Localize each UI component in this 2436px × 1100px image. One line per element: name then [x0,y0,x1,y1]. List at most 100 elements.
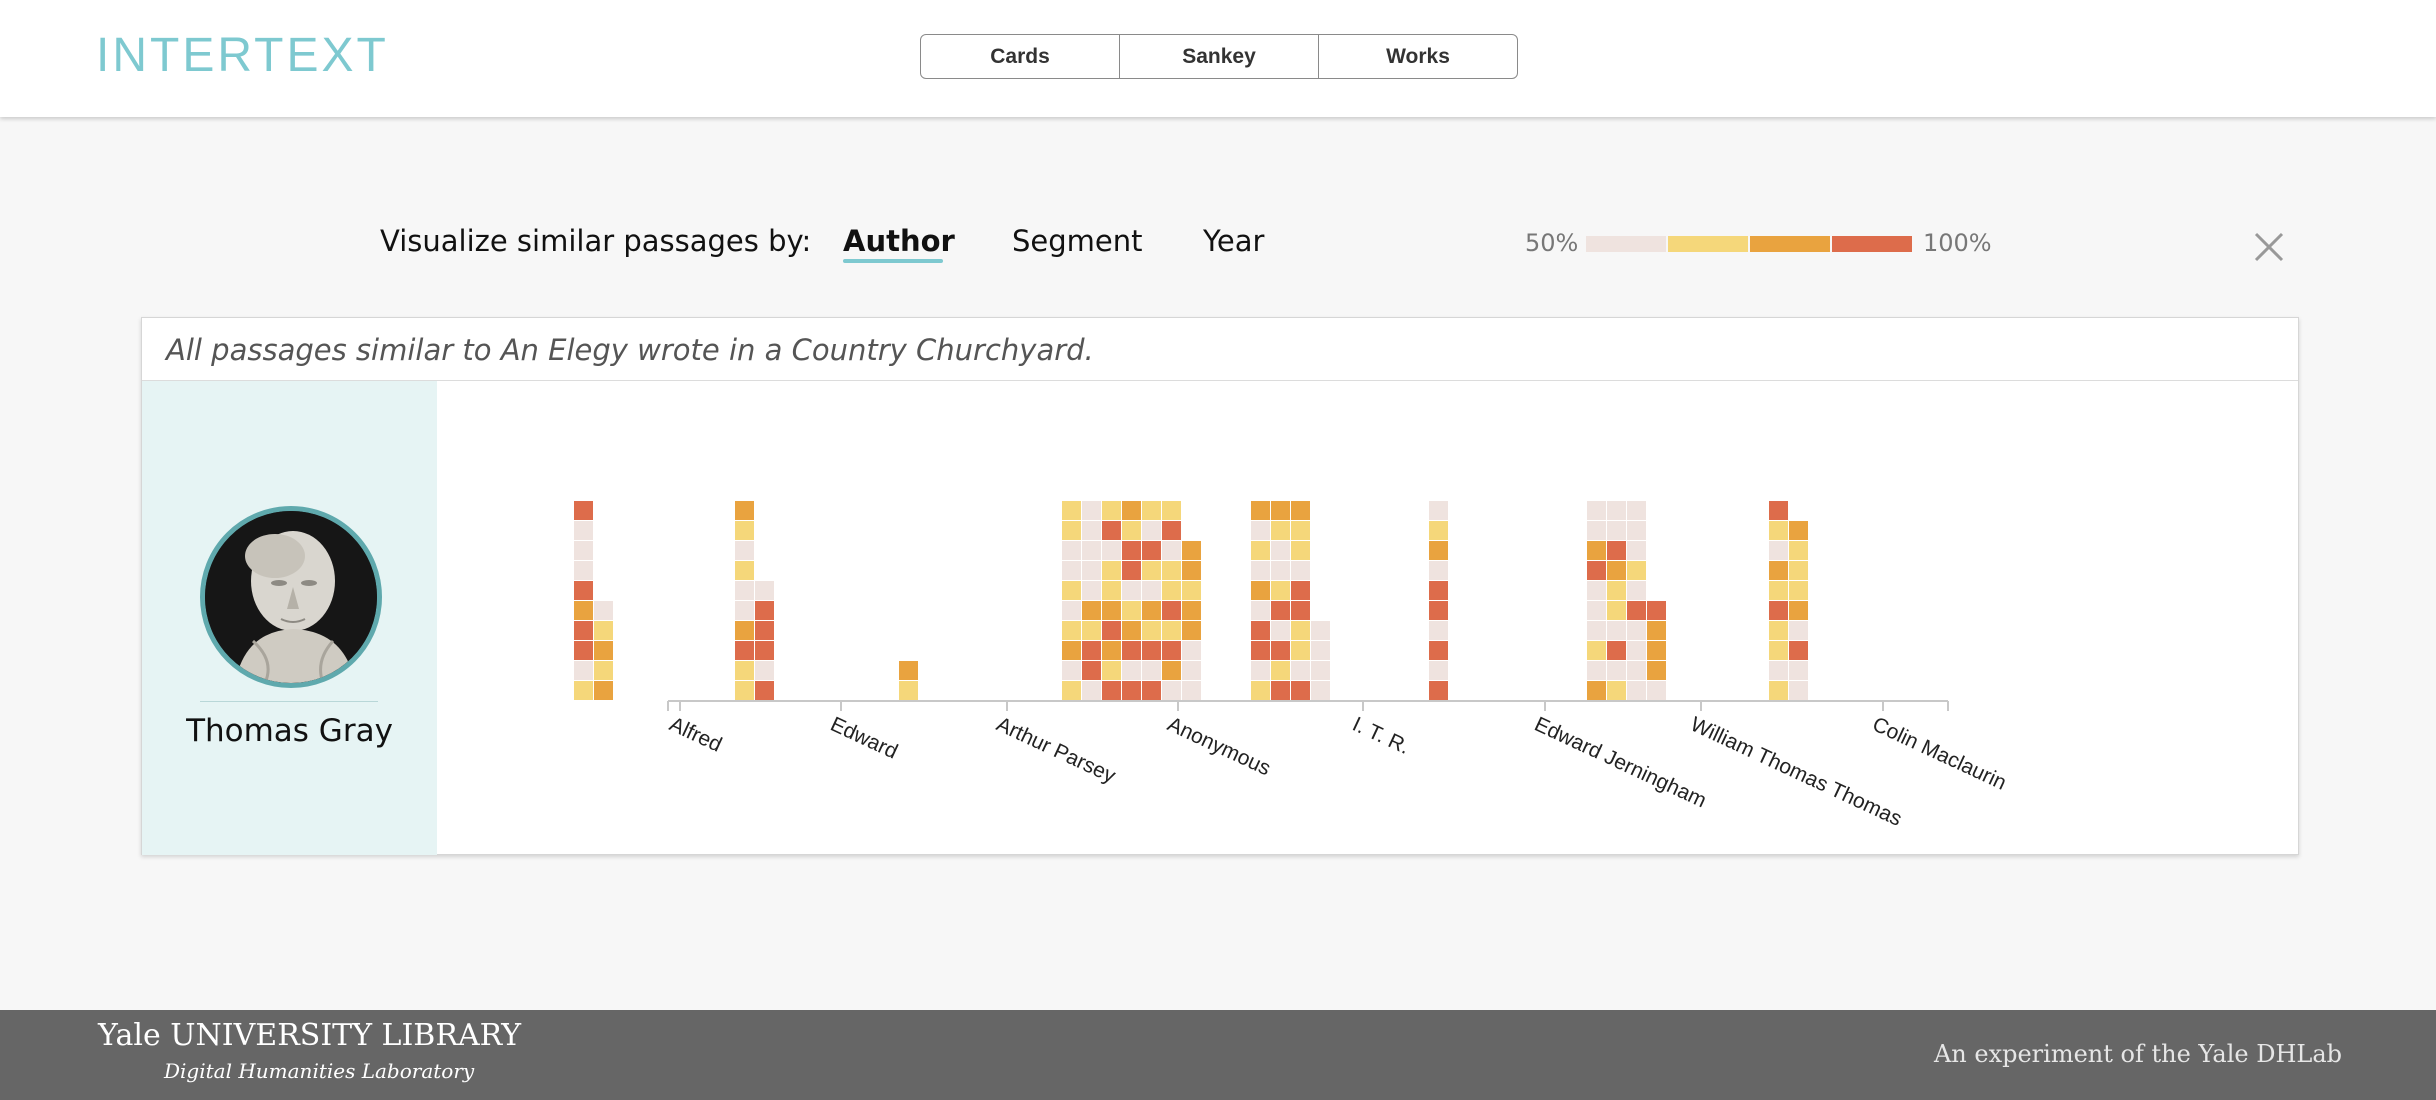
passage-cell[interactable] [574,661,593,680]
passage-cell[interactable] [1122,521,1141,540]
author-tick-label[interactable]: Anonymous [1164,713,1274,781]
option-year[interactable]: Year [1203,224,1264,258]
passage-cell[interactable] [1102,661,1121,680]
passage-cell[interactable] [1311,681,1330,700]
passage-cell[interactable] [1789,621,1808,640]
passage-cell[interactable] [1142,681,1161,700]
passage-cell[interactable] [1587,661,1606,680]
nav-sankey-button[interactable]: Sankey [1120,35,1319,78]
passage-cell[interactable] [1182,621,1201,640]
passage-cell[interactable] [1082,641,1101,660]
passage-cell[interactable] [1162,521,1181,540]
passage-cell[interactable] [1429,521,1448,540]
passage-cell[interactable] [1769,561,1788,580]
passage-cell[interactable] [735,621,754,640]
passage-cell[interactable] [594,661,613,680]
passage-cell[interactable] [1627,561,1646,580]
passage-cell[interactable] [1429,541,1448,560]
passage-cell[interactable] [574,561,593,580]
passage-cell[interactable] [1102,501,1121,520]
passage-cell[interactable] [1607,601,1626,620]
passage-cell[interactable] [1122,541,1141,560]
passage-cell[interactable] [1789,681,1808,700]
passage-cell[interactable] [1607,501,1626,520]
close-icon[interactable] [2252,230,2286,264]
passage-cell[interactable] [1429,681,1448,700]
option-segment[interactable]: Segment [1012,224,1143,258]
passage-cell[interactable] [1082,521,1101,540]
passage-cell[interactable] [1271,581,1290,600]
passage-cell[interactable] [755,621,774,640]
passage-cell[interactable] [1122,661,1141,680]
passage-cell[interactable] [1062,501,1081,520]
passage-cell[interactable] [735,501,754,520]
passage-cell[interactable] [1082,561,1101,580]
passage-cell[interactable] [1789,561,1808,580]
author-tick-label[interactable]: Arthur Parsey [993,713,1120,788]
passage-cell[interactable] [755,641,774,660]
passage-cell[interactable] [1789,601,1808,620]
passage-cell[interactable] [1607,561,1626,580]
passage-cell[interactable] [1271,521,1290,540]
passage-cell[interactable] [1251,541,1270,560]
passage-cell[interactable] [1271,561,1290,580]
passage-cell[interactable] [1062,681,1081,700]
passage-cell[interactable] [1769,621,1788,640]
passage-cell[interactable] [1587,541,1606,560]
passage-cell[interactable] [594,641,613,660]
passage-cell[interactable] [735,681,754,700]
passage-cell[interactable] [1082,501,1101,520]
passage-cell[interactable] [1291,561,1310,580]
passage-cell[interactable] [1587,681,1606,700]
nav-works-button[interactable]: Works [1319,35,1517,78]
passage-cell[interactable] [1789,541,1808,560]
passage-cell[interactable] [1769,521,1788,540]
passage-cell[interactable] [1627,501,1646,520]
author-avatar[interactable] [200,506,382,688]
passage-cell[interactable] [1162,581,1181,600]
passage-cell[interactable] [1769,661,1788,680]
passage-cell[interactable] [594,681,613,700]
passage-cell[interactable] [1271,621,1290,640]
passage-cell[interactable] [1587,601,1606,620]
passage-cell[interactable] [1271,601,1290,620]
passage-cell[interactable] [1627,581,1646,600]
passage-cell[interactable] [1647,641,1666,660]
passage-cell[interactable] [1271,641,1290,660]
passage-cell[interactable] [1607,621,1626,640]
passage-cell[interactable] [1647,621,1666,640]
passage-cell[interactable] [1769,681,1788,700]
passage-cell[interactable] [1251,641,1270,660]
passage-cell[interactable] [1142,581,1161,600]
passage-cell[interactable] [1062,561,1081,580]
passage-cell[interactable] [1291,621,1310,640]
passage-cell[interactable] [1429,621,1448,640]
passage-cell[interactable] [1769,541,1788,560]
option-author[interactable]: Author [843,224,955,258]
passage-cell[interactable] [1607,681,1626,700]
passage-cell[interactable] [1251,681,1270,700]
passage-cell[interactable] [735,581,754,600]
passage-cell[interactable] [1142,501,1161,520]
passage-cell[interactable] [1182,641,1201,660]
passage-cell[interactable] [1251,521,1270,540]
passage-cell[interactable] [1769,581,1788,600]
passage-cell[interactable] [1271,541,1290,560]
passage-cell[interactable] [1122,621,1141,640]
passage-cell[interactable] [899,681,918,700]
intertext-logo[interactable]: INTERTEXT [96,28,389,83]
passage-cell[interactable] [1062,521,1081,540]
passage-cell[interactable] [1429,601,1448,620]
passage-cell[interactable] [1062,581,1081,600]
passage-cell[interactable] [1122,561,1141,580]
passage-cell[interactable] [1587,641,1606,660]
passage-cell[interactable] [1251,561,1270,580]
passage-cell[interactable] [1122,681,1141,700]
passage-cell[interactable] [574,501,593,520]
passage-cell[interactable] [1062,601,1081,620]
passage-cell[interactable] [1647,661,1666,680]
passage-cell[interactable] [1291,541,1310,560]
passage-cell[interactable] [1291,501,1310,520]
passage-cell[interactable] [1251,661,1270,680]
passage-cell[interactable] [1182,561,1201,580]
